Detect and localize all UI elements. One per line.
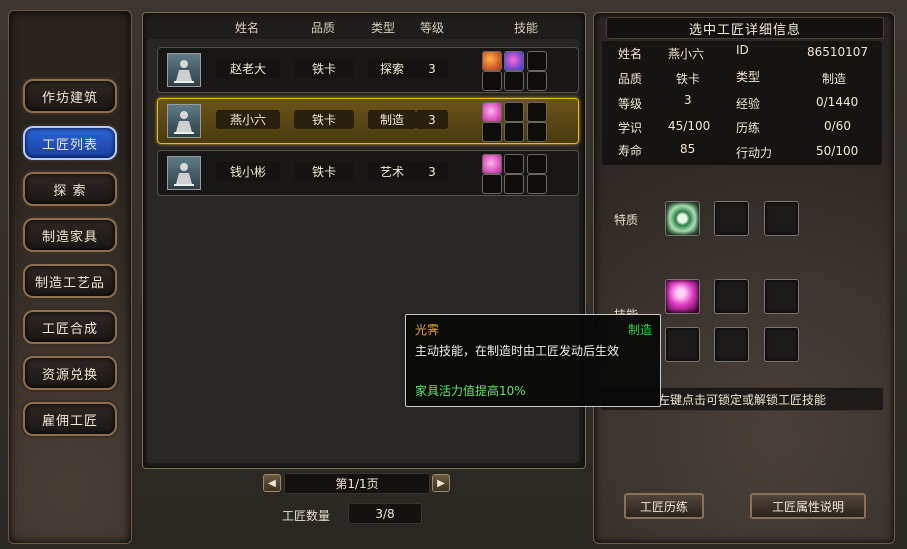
skill-slot-empty[interactable]	[504, 102, 524, 122]
arrow-right-icon[interactable]: ▶	[432, 474, 450, 492]
exp-value: 0/1440	[816, 95, 859, 109]
page-indicator: 第1/1页	[284, 473, 430, 494]
row-level: 3	[416, 59, 448, 78]
type-value: 制造	[822, 72, 847, 86]
quality-label: 品质	[618, 72, 643, 86]
practice-value: 0/60	[824, 119, 851, 133]
trait-slot-empty[interactable]	[714, 201, 749, 236]
skill-slot-empty[interactable]	[482, 174, 502, 194]
craftsman-avatar	[167, 53, 201, 87]
row-quality: 铁卡	[294, 110, 354, 129]
skill-slot-empty[interactable]	[714, 279, 749, 314]
row-name: 钱小彬	[216, 162, 280, 181]
skill-tooltip: 光霁 制造 主动技能，在制造时由工匠发动后生效 家具活力值提高10%	[405, 314, 661, 407]
skill-slot-fire-icon[interactable]	[482, 51, 502, 71]
knowledge-value: 45/100	[668, 119, 711, 133]
craftsman-practice-button[interactable]: 工匠历练	[624, 493, 704, 519]
header-type: 类型	[371, 21, 396, 35]
exp-label: 经验	[736, 97, 761, 111]
row-type: 探索	[368, 59, 416, 78]
detail-title: 选中工匠详细信息	[606, 17, 884, 39]
quality-value: 铁卡	[676, 72, 701, 86]
row-name: 赵老大	[216, 59, 280, 78]
row-type: 制造	[368, 110, 416, 129]
skill-slot-empty[interactable]	[527, 51, 547, 71]
row-quality: 铁卡	[294, 59, 354, 78]
detail-panel: 选中工匠详细信息 姓名 燕小六 ID 86510107 品质 铁卡 类型 制造 …	[593, 12, 895, 544]
trait-eye-icon[interactable]	[665, 201, 700, 236]
table-row-selected[interactable]: 燕小六 铁卡 制造 3	[157, 98, 579, 144]
tooltip-skill-name: 光霁	[415, 323, 440, 337]
menu-make-furniture-button[interactable]: 制造家具	[23, 218, 117, 252]
action-label: 行动力	[736, 146, 773, 160]
craftsman-avatar	[167, 104, 201, 138]
skill-slot-empty[interactable]	[482, 122, 502, 142]
craftsman-portrait-icon	[174, 163, 194, 186]
trait-slot-empty[interactable]	[764, 201, 799, 236]
level-label: 等级	[618, 97, 643, 111]
menu-hire-craftsman-button[interactable]: 雇佣工匠	[23, 402, 117, 436]
practice-label: 历练	[736, 121, 761, 135]
skill-orb-icon[interactable]	[665, 279, 700, 314]
skill-slot-orb-icon[interactable]	[482, 102, 502, 122]
skill-slot-empty[interactable]	[764, 279, 799, 314]
table-row[interactable]: 赵老大 铁卡 探索 3	[157, 47, 579, 93]
header-skills: 技能	[514, 21, 539, 35]
name-label: 姓名	[618, 47, 643, 61]
craftsman-count-value: 3/8	[348, 503, 422, 524]
type-label: 类型	[736, 70, 761, 84]
menu-workshop-button[interactable]: 作坊建筑	[23, 79, 117, 113]
id-label: ID	[736, 43, 749, 57]
skill-slot-empty[interactable]	[665, 327, 700, 362]
skill-slot-art-icon[interactable]	[482, 154, 502, 174]
skill-slot-empty[interactable]	[504, 71, 524, 91]
skill-slot-star-icon[interactable]	[504, 51, 524, 71]
name-value: 燕小六	[668, 47, 705, 61]
skill-slot-empty[interactable]	[504, 174, 524, 194]
header-name: 姓名	[235, 21, 260, 35]
tooltip-skill-description: 主动技能，在制造时由工匠发动后生效	[415, 344, 620, 358]
skill-slot-empty[interactable]	[504, 122, 524, 142]
craftsman-portrait-icon	[174, 111, 194, 134]
level-value: 3	[684, 93, 692, 107]
craftsman-portrait-icon	[174, 60, 194, 83]
tooltip-skill-effect: 家具活力值提高10%	[415, 384, 526, 398]
header-level: 等级	[420, 21, 445, 35]
menu-explore-button[interactable]: 探 索	[23, 172, 117, 206]
skill-slot-empty[interactable]	[527, 71, 547, 91]
menu-make-crafts-button[interactable]: 制造工艺品	[23, 264, 117, 298]
detail-info-box: 姓名 燕小六 ID 86510107 品质 铁卡 类型 制造 等级 3 经验 0…	[602, 41, 882, 165]
menu-craftsman-merge-button[interactable]: 工匠合成	[23, 310, 117, 344]
life-value: 85	[680, 142, 696, 156]
left-menu-panel: 作坊建筑 工匠列表 探 索 制造家具 制造工艺品 工匠合成 资源兑换 雇佣工匠	[8, 10, 132, 544]
skill-slot-empty[interactable]	[714, 327, 749, 362]
table-row[interactable]: 钱小彬 铁卡 艺术 3	[157, 150, 579, 196]
knowledge-label: 学识	[618, 121, 643, 135]
craftsman-avatar	[167, 156, 201, 190]
skill-slot-empty[interactable]	[527, 122, 547, 142]
craftsman-attributes-button[interactable]: 工匠属性说明	[750, 493, 866, 519]
skill-slot-empty[interactable]	[482, 71, 502, 91]
row-level: 3	[416, 110, 448, 129]
arrow-left-icon[interactable]: ◀	[263, 474, 281, 492]
menu-resource-exchange-button[interactable]: 资源兑换	[23, 356, 117, 390]
row-quality: 铁卡	[294, 162, 354, 181]
header-quality: 品质	[311, 21, 336, 35]
skill-slot-empty[interactable]	[764, 327, 799, 362]
menu-craftsman-list-button[interactable]: 工匠列表	[23, 126, 117, 160]
skill-slot-empty[interactable]	[527, 102, 547, 122]
skill-slot-empty[interactable]	[504, 154, 524, 174]
action-value: 50/100	[816, 144, 859, 158]
skill-slot-empty[interactable]	[527, 174, 547, 194]
skill-slot-empty[interactable]	[527, 154, 547, 174]
row-level: 3	[416, 162, 448, 181]
craftsman-count-label: 工匠数量	[282, 509, 331, 523]
row-type: 艺术	[368, 162, 416, 181]
tooltip-skill-type: 制造	[627, 323, 652, 337]
trait-label: 特质	[614, 213, 639, 227]
row-name: 燕小六	[216, 110, 280, 129]
game-window: 作坊建筑 工匠列表 探 索 制造家具 制造工艺品 工匠合成 资源兑换 雇佣工匠 …	[0, 0, 907, 549]
life-label: 寿命	[618, 144, 643, 158]
id-value: 86510107	[807, 45, 869, 59]
